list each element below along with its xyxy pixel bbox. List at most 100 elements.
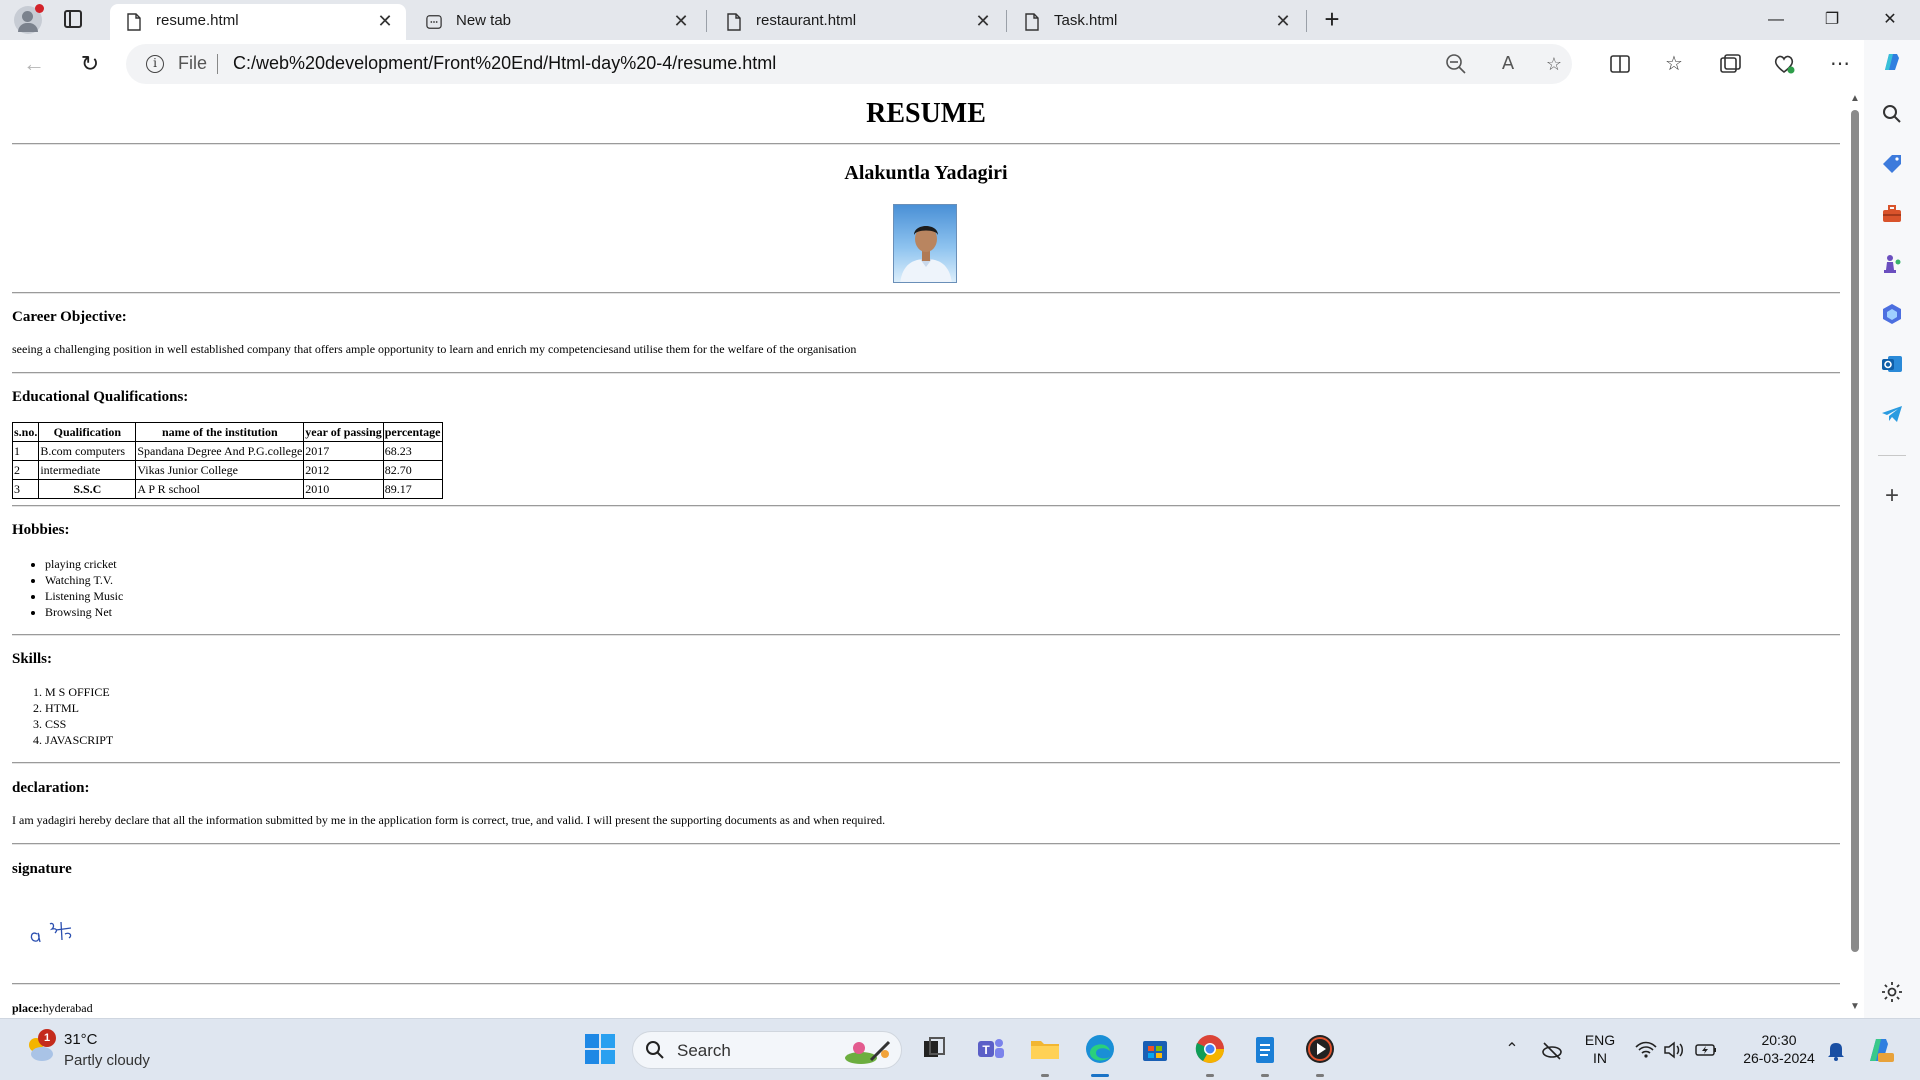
new-tab-page-icon: [426, 15, 442, 29]
table-cell: 68.23: [382, 441, 443, 461]
list-item: M S OFFICE: [45, 684, 113, 700]
tab-restaurant[interactable]: restaurant.html ✕: [710, 4, 1004, 40]
back-arrow-icon[interactable]: ←: [18, 48, 50, 80]
profile-photo: [893, 204, 957, 283]
tab-separator: [706, 10, 707, 32]
battery-charging-icon[interactable]: [1694, 1039, 1718, 1061]
media-player-icon[interactable]: [1302, 1031, 1338, 1067]
table-cell: 2010: [303, 479, 384, 499]
career-objective-text: seeing a challenging position in well es…: [12, 342, 857, 356]
tab-new-tab[interactable]: New tab ✕: [410, 4, 702, 40]
add-plus-icon[interactable]: +: [1880, 484, 1904, 508]
tab-actions-icon[interactable]: [64, 10, 82, 28]
education-table: s.no. Qualification name of the institut…: [11, 422, 443, 499]
new-tab-plus-icon[interactable]: +: [1318, 6, 1346, 34]
weather-temperature[interactable]: 31°C: [64, 1031, 98, 1048]
table-cell: 89.17: [382, 479, 443, 499]
page-title: RESUME: [866, 98, 986, 129]
running-indicator: [1041, 1074, 1049, 1077]
volume-icon[interactable]: [1662, 1039, 1686, 1061]
search-icon[interactable]: [1880, 102, 1904, 126]
refresh-icon[interactable]: ↻: [74, 48, 106, 80]
table-cell: 2012: [303, 460, 384, 480]
url-text[interactable]: C:/web%20development/Front%20End/Html-da…: [233, 53, 776, 74]
scroll-up-arrow-icon[interactable]: ▲: [1850, 94, 1860, 104]
windows-start-icon[interactable]: [582, 1031, 618, 1067]
copilot-preview-icon[interactable]: [1866, 1035, 1896, 1065]
wifi-icon[interactable]: [1634, 1039, 1658, 1061]
search-icon: [646, 1041, 664, 1059]
page-scrollbar[interactable]: ▲ ▼: [1847, 90, 1863, 1018]
send-telegram-icon[interactable]: [1880, 402, 1904, 426]
language-indicator[interactable]: ENG IN: [1578, 1031, 1622, 1067]
show-hidden-icons-chevron-icon[interactable]: ⌃: [1500, 1039, 1524, 1061]
chrome-icon[interactable]: [1192, 1031, 1228, 1067]
weather-notification-badge: 1: [38, 1029, 56, 1047]
list-item: CSS: [45, 716, 113, 732]
file-explorer-icon[interactable]: [1027, 1031, 1063, 1067]
close-tab-icon[interactable]: ✕: [670, 10, 692, 32]
tools-briefcase-icon[interactable]: [1880, 202, 1904, 226]
info-icon[interactable]: i: [146, 55, 164, 73]
close-tab-icon[interactable]: ✕: [1272, 10, 1294, 32]
place-line: place:hyderabad: [12, 1001, 93, 1016]
skills-list: M S OFFICE HTML CSS JAVASCRIPT: [45, 684, 113, 748]
notification-dot: [35, 4, 44, 13]
profile-avatar-icon[interactable]: [14, 4, 44, 34]
clock[interactable]: 20:30 26-03-2024: [1738, 1031, 1820, 1067]
onedrive-offline-icon[interactable]: [1540, 1039, 1564, 1061]
taskbar-search-box[interactable]: Search: [632, 1031, 902, 1069]
scroll-down-arrow-icon[interactable]: ▼: [1850, 1002, 1860, 1012]
browser-essentials-icon[interactable]: [1770, 50, 1798, 78]
edge-browser-icon[interactable]: [1082, 1031, 1118, 1067]
favorites-icon[interactable]: ☆: [1660, 50, 1688, 78]
scrollbar-thumb[interactable]: [1851, 110, 1859, 952]
collections-icon[interactable]: [1716, 50, 1744, 78]
list-item: Listening Music: [45, 588, 123, 604]
browser-toolbar: ← ↻ i File C:/web%20development/Front%20…: [0, 40, 1920, 88]
address-bar[interactable]: i File C:/web%20development/Front%20End/…: [126, 44, 1572, 84]
sidebar-divider: [1878, 455, 1906, 456]
gear-icon[interactable]: [1880, 980, 1904, 1004]
task-view-icon[interactable]: [916, 1031, 952, 1067]
favorite-star-icon[interactable]: ☆: [1542, 52, 1566, 76]
table-cell: 2: [11, 460, 40, 480]
file-icon: [1025, 13, 1039, 31]
notepad-icon[interactable]: [1247, 1031, 1283, 1067]
hobbies-list: playing cricket Watching T.V. Listening …: [45, 556, 123, 620]
divider: [12, 762, 1840, 764]
games-chess-icon[interactable]: [1880, 252, 1904, 276]
microsoft-store-icon[interactable]: [1137, 1031, 1173, 1067]
table-cell: 3: [11, 479, 40, 499]
tab-separator: [1006, 10, 1007, 32]
tab-task[interactable]: Task.html ✕: [1008, 4, 1304, 40]
close-tab-icon[interactable]: ✕: [374, 10, 396, 32]
skills-heading: Skills:: [12, 651, 53, 667]
restore-button[interactable]: ❐: [1804, 0, 1860, 40]
minimize-button[interactable]: —: [1748, 0, 1804, 40]
shopping-tag-icon[interactable]: [1880, 152, 1904, 176]
svg-text:T: T: [982, 1043, 990, 1057]
search-highlight-icon: [845, 1040, 891, 1064]
clock-time: 20:30: [1761, 1032, 1797, 1048]
settings-more-icon[interactable]: ⋯: [1826, 50, 1854, 78]
teams-icon[interactable]: T: [972, 1031, 1008, 1067]
microsoft-365-icon[interactable]: [1880, 302, 1904, 326]
weather-description[interactable]: Partly cloudy: [64, 1052, 150, 1069]
read-aloud-icon[interactable]: A: [1496, 52, 1520, 76]
copilot-icon[interactable]: [1880, 50, 1904, 74]
file-icon: [127, 13, 141, 31]
zoom-out-icon[interactable]: [1444, 52, 1468, 76]
tab-resume[interactable]: resume.html ✕: [110, 4, 406, 40]
close-window-button[interactable]: ✕: [1862, 0, 1918, 40]
tab-title: resume.html: [156, 12, 239, 29]
file-icon: [727, 13, 741, 31]
table-cell: Vikas Junior College: [135, 460, 305, 480]
notification-bell-icon[interactable]: [1824, 1039, 1848, 1061]
tab-title: New tab: [456, 12, 512, 29]
signature-heading: signature: [12, 861, 72, 877]
close-tab-icon[interactable]: ✕: [972, 10, 994, 32]
table-header-row: s.no. Qualification name of the institut…: [11, 422, 443, 442]
outlook-icon[interactable]: [1880, 352, 1904, 376]
split-screen-icon[interactable]: [1606, 50, 1634, 78]
